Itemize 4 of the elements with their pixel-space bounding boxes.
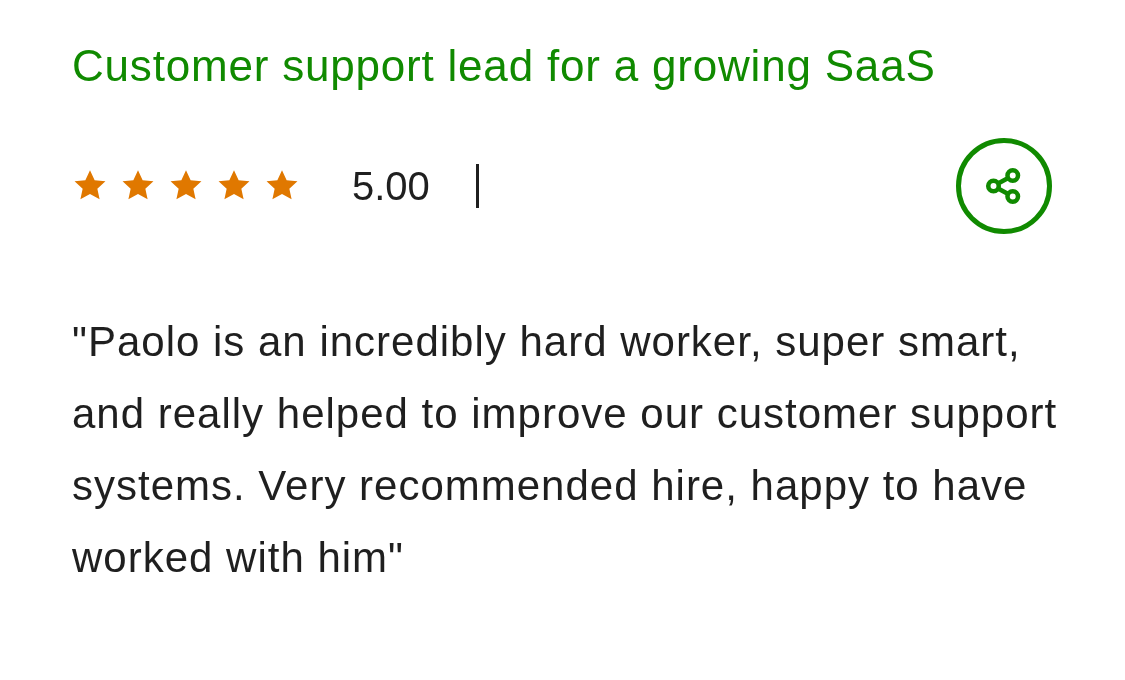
share-button[interactable] xyxy=(956,138,1052,234)
rating-value: 5.00 xyxy=(352,163,430,210)
review-title: Customer support lead for a growing SaaS xyxy=(72,40,937,92)
review-comment: "Paolo is an incredibly hard worker, super smart, and really helped to improve our customer support systems. Very recommended hire, happy to have worked with him" xyxy=(72,317,1059,583)
